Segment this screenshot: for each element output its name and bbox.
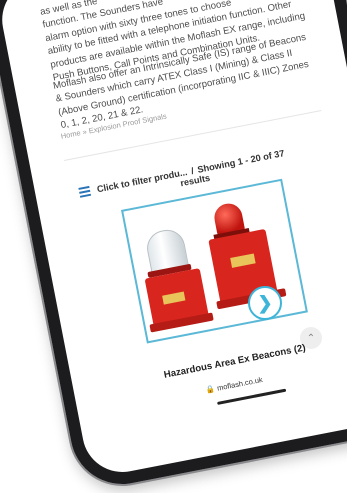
browser-url-bar[interactable]: 🔒 moflash.co.uk xyxy=(205,375,263,395)
phone-screen: as well as the function. The Sounders ha… xyxy=(0,0,347,439)
chevron-up-icon: ⌃ xyxy=(306,332,316,344)
breadcrumb-separator: » xyxy=(81,126,88,137)
lock-icon: 🔒 xyxy=(205,384,216,395)
chevron-right-icon: ❯ xyxy=(257,292,273,313)
results-count: Showing 1 - 20 of 37 xyxy=(196,148,286,175)
home-indicator[interactable] xyxy=(217,388,287,405)
filter-menu-icon[interactable] xyxy=(78,184,92,200)
category-title[interactable]: Hazardous Area Ex Beacons (2) xyxy=(163,342,307,380)
url-text: moflash.co.uk xyxy=(216,374,264,393)
filter-button[interactable]: Click to filter produ... xyxy=(96,167,188,194)
next-arrow-button[interactable]: ❯ xyxy=(248,286,282,320)
product-card-image[interactable] xyxy=(121,178,308,344)
